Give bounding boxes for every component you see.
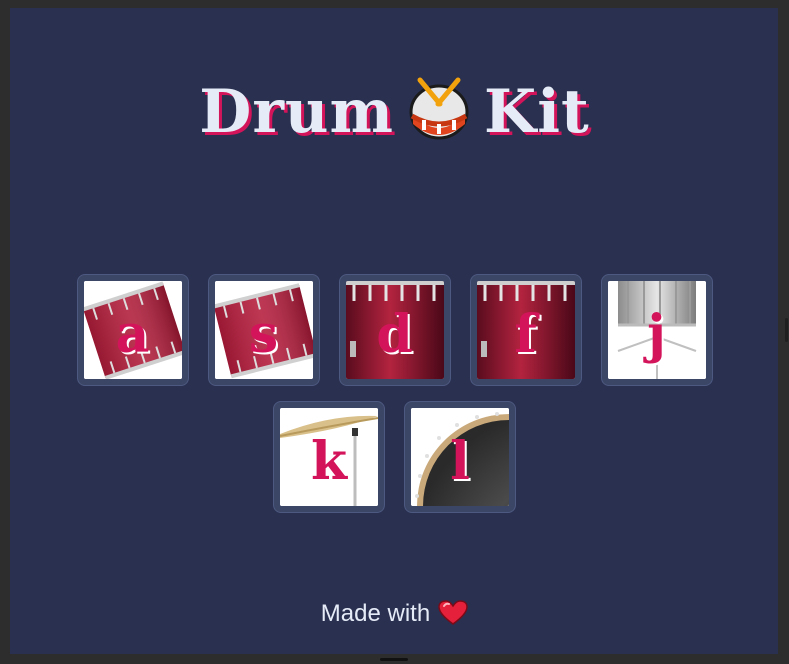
scrollbar-handle[interactable]	[785, 318, 788, 342]
key-letter: f	[514, 304, 537, 365]
drum-image: f	[476, 281, 575, 379]
drum-keys-row-1: a s d f j	[0, 274, 789, 386]
key-letter: a	[115, 304, 150, 365]
title-word-drum: Drum	[199, 77, 395, 147]
drum-key-a[interactable]: a	[76, 274, 189, 386]
drum-key-l[interactable]: l	[404, 401, 516, 513]
title-word-kit: Kit	[484, 77, 590, 147]
drum-image: d	[345, 281, 444, 379]
drum-keys-row-2: k l	[0, 401, 789, 513]
key-letter: j	[647, 304, 666, 365]
bottom-handle	[380, 658, 408, 661]
drum-emoji-icon	[408, 72, 470, 140]
drum-key-d[interactable]: d	[338, 274, 451, 386]
key-letter: s	[248, 304, 279, 365]
drum-image: k	[280, 408, 378, 506]
footer: Made with	[0, 600, 789, 628]
drum-image: j	[607, 281, 706, 379]
drum-key-f[interactable]: f	[469, 274, 582, 386]
drum-image: l	[411, 408, 509, 506]
drum-key-s[interactable]: s	[207, 274, 320, 386]
drum-key-k[interactable]: k	[273, 401, 385, 513]
page-title: Drum Kit	[0, 72, 789, 147]
key-letter: d	[376, 304, 413, 365]
key-letter: l	[450, 431, 470, 492]
key-letter: k	[310, 431, 348, 492]
footer-text: Made with	[320, 600, 431, 627]
drum-image: a	[83, 281, 182, 379]
drum-key-j[interactable]: j	[600, 274, 713, 386]
heart-icon	[438, 600, 468, 626]
drum-image: s	[214, 281, 313, 379]
